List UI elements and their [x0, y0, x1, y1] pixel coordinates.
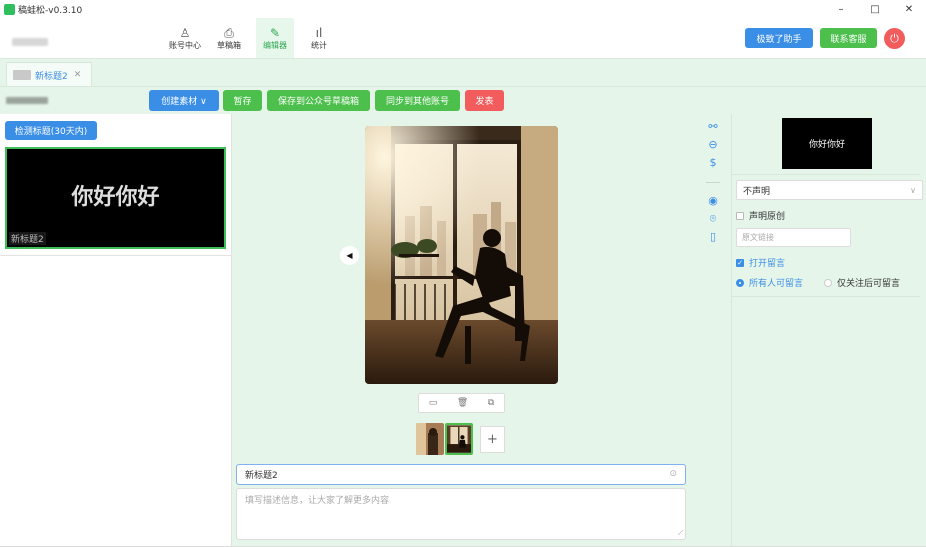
- contact-service-button[interactable]: 联系客服: [820, 28, 877, 48]
- checkbox-box: [736, 211, 744, 220]
- declare-original-checkbox[interactable]: 声明原创: [736, 209, 785, 222]
- nav-label: 编辑器: [263, 40, 287, 50]
- publish-button[interactable]: 发表: [465, 90, 504, 111]
- editor-toolbar: 创建素材 ∨ 暂存 保存到公众号草稿箱 同步到其他账号 发表: [0, 86, 926, 114]
- radio-label: 所有人可留言: [749, 279, 804, 289]
- editor-center: ◀ ▭ 🗑 ⧉ + 新标题2 ⊙ 填写描述信息，让大家了解更多内容 ⟋: [232, 114, 694, 547]
- settings-panel: 你好你好 不声明 ∨ 声明原创 原文链接 ✓ 打开留言 所有人可留言 仅关注后可…: [732, 114, 926, 547]
- save-to-draft-button[interactable]: 保存到公众号草稿箱: [267, 90, 370, 111]
- description-placeholder: 填写描述信息，让大家了解更多内容: [245, 496, 390, 506]
- document-tabs: 新标题2 ✕: [0, 58, 926, 87]
- cover-image[interactable]: 你好你好: [782, 118, 872, 169]
- temp-save-button[interactable]: 暂存: [223, 90, 262, 111]
- chevron-down-icon: ∨: [910, 185, 916, 195]
- nav-label: 账号中心: [169, 40, 201, 50]
- declare-select-value: 不声明: [743, 186, 771, 197]
- resize-handle-icon[interactable]: ⟋: [678, 529, 683, 538]
- tab-label: 新标题2: [35, 71, 68, 82]
- card-title: 新标题2: [9, 232, 46, 245]
- divider: [732, 296, 920, 297]
- title-input[interactable]: 新标题2 ⊙: [236, 464, 686, 485]
- close-window-button[interactable]: ✕: [892, 0, 926, 18]
- card-cover-text: 你好你好: [71, 184, 160, 210]
- tab-close-icon[interactable]: ✕: [74, 70, 82, 80]
- mobile-icon[interactable]: ▯: [705, 230, 721, 243]
- nav-statistics[interactable]: ıl 统计: [300, 18, 338, 58]
- account-selector-blurred[interactable]: [6, 97, 48, 104]
- eye-icon[interactable]: ◉: [705, 194, 721, 207]
- comment-all-radio[interactable]: 所有人可留言: [736, 276, 803, 289]
- crop-icon[interactable]: ⧉: [488, 398, 494, 408]
- detect-title-button[interactable]: 检测标题(30天内): [5, 121, 97, 140]
- tab-new-title-2[interactable]: 新标题2 ✕: [6, 62, 92, 87]
- original-link-input[interactable]: 原文链接: [736, 228, 851, 247]
- clear-circle-icon[interactable]: ⊙: [669, 469, 677, 479]
- divider: [732, 174, 920, 175]
- maximize-button[interactable]: □: [858, 0, 892, 18]
- image-toolbar: ▭ 🗑 ⧉: [418, 393, 505, 413]
- previous-image-button[interactable]: ◀: [340, 246, 359, 265]
- title-input-value: 新标题2: [245, 471, 278, 481]
- link-icon[interactable]: ⚯: [705, 120, 721, 133]
- radio-icon: [824, 278, 832, 287]
- divider: [0, 255, 232, 256]
- add-image-button[interactable]: +: [480, 426, 505, 453]
- app-title: 稿蛙松-v0.3.10: [18, 5, 83, 16]
- trash-icon[interactable]: 🗑: [457, 398, 468, 408]
- account-name-blurred: [12, 38, 48, 46]
- nav-label: 统计: [311, 40, 327, 50]
- power-icon[interactable]: ⏻: [884, 28, 905, 49]
- checkbox-checked-icon: ✓: [736, 258, 744, 267]
- scan-icon[interactable]: ⌾: [705, 212, 721, 226]
- nav-editor[interactable]: ✎ 编辑器: [256, 18, 294, 58]
- checkbox-label: 打开留言: [749, 259, 786, 269]
- top-nav: ♙ 账号中心 ⎙ 草稿箱 ✎ 编辑器 ıl 统计 极致了助手 联系客服 ⏻: [0, 18, 926, 58]
- description-textarea[interactable]: 填写描述信息，让大家了解更多内容 ⟋: [236, 488, 686, 540]
- nav-label: 草稿箱: [217, 40, 241, 50]
- assistant-button[interactable]: 极致了助手: [745, 28, 813, 48]
- article-list-panel: 检测标题(30天内) 你好你好 新标题2: [0, 114, 232, 547]
- article-card[interactable]: 你好你好 新标题2: [5, 147, 226, 249]
- image-icon[interactable]: ▭: [429, 398, 438, 408]
- sync-accounts-button[interactable]: 同步到其他账号: [375, 90, 460, 111]
- nav-account-center[interactable]: ♙ 账号中心: [166, 18, 204, 58]
- tab-thumbnail: [13, 70, 31, 80]
- app-logo-icon: [4, 3, 15, 15]
- image-thumbnail[interactable]: [416, 423, 444, 455]
- side-icon-strip: ⚯ ⊖ $ ◉ ⌾ ▯: [694, 114, 732, 547]
- radio-selected-icon: [736, 278, 744, 287]
- divider: [706, 182, 720, 183]
- window-controls: – □ ✕: [824, 0, 926, 18]
- person-icon: ♙: [179, 25, 191, 40]
- main-image: [365, 126, 558, 384]
- dollar-icon[interactable]: $: [705, 156, 721, 169]
- nav-drafts[interactable]: ⎙ 草稿箱: [210, 18, 248, 58]
- declare-select[interactable]: 不声明 ∨: [736, 180, 923, 200]
- open-comment-checkbox[interactable]: ✓ 打开留言: [736, 256, 785, 269]
- bar-chart-icon: ıl: [315, 25, 323, 40]
- minimize-button[interactable]: –: [824, 0, 858, 18]
- image-thumbnail-selected[interactable]: [445, 423, 473, 455]
- radio-label: 仅关注后可留言: [837, 279, 901, 289]
- create-material-button[interactable]: 创建素材 ∨: [149, 90, 219, 111]
- pen-icon: ✎: [269, 25, 281, 40]
- title-bar: 稿蛙松-v0.3.10 – □ ✕: [0, 0, 926, 18]
- printer-icon: ⎙: [224, 25, 234, 40]
- chain-icon[interactable]: ⊖: [705, 138, 721, 151]
- checkbox-label: 声明原创: [749, 212, 786, 222]
- comment-followers-radio[interactable]: 仅关注后可留言: [824, 276, 900, 289]
